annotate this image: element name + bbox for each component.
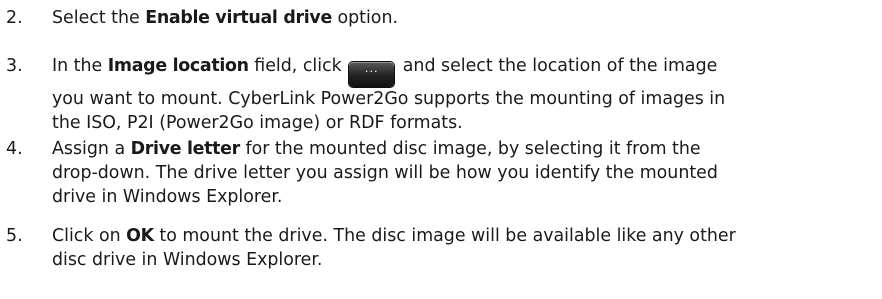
- ui-term-image-location: Image location: [107, 56, 249, 76]
- step-line: In the Image location field, click ··· a…: [52, 54, 870, 87]
- step-text: In the Image location field, click ··· a…: [52, 54, 870, 135]
- ui-term-enable-virtual-drive: Enable virtual drive: [145, 8, 332, 28]
- step-line: disc drive in Windows Explorer.: [52, 250, 323, 270]
- browse-ellipsis-button[interactable]: ···: [349, 62, 395, 87]
- step-text-segment: In the: [52, 56, 108, 76]
- step-line: Assign a Drive letter for the mounted di…: [52, 137, 870, 161]
- step-text-segment: Click on: [52, 226, 127, 246]
- step-line: drop-down. The drive letter you assign w…: [52, 163, 718, 183]
- step-text-segment: field, click: [248, 56, 348, 76]
- ui-term-ok: OK: [126, 226, 154, 246]
- step-line: Click on OK to mount the drive. The disc…: [52, 224, 870, 248]
- step-text-segment: Assign a: [52, 139, 131, 159]
- step-text-segment: to mount the drive. The disc image will …: [153, 226, 736, 246]
- step-number: 5.: [6, 226, 23, 246]
- step-text-segment: for the mounted disc image, by selecting…: [239, 139, 701, 159]
- step-text-segment: option.: [331, 8, 399, 28]
- step-line: drive in Windows Explorer.: [52, 187, 283, 207]
- step-line: you want to mount. CyberLink Power2Go su…: [52, 89, 726, 109]
- step-number: 2.: [6, 8, 23, 28]
- step-number: 4.: [6, 139, 23, 159]
- step-text-segment: and select the location of the image: [397, 56, 718, 76]
- step-number: 3.: [6, 56, 23, 76]
- step-text: Click on OK to mount the drive. The disc…: [52, 224, 870, 272]
- step-line: the ISO, P2I (Power2Go image) or RDF for…: [52, 113, 463, 133]
- step-text: Assign a Drive letter for the mounted di…: [52, 137, 870, 209]
- step-text: Select the Enable virtual drive option.: [52, 6, 870, 30]
- instruction-steps: 2. Select the Enable virtual drive optio…: [0, 0, 882, 299]
- ui-term-drive-letter: Drive letter: [130, 139, 241, 159]
- step-text-segment: Select the: [52, 8, 146, 28]
